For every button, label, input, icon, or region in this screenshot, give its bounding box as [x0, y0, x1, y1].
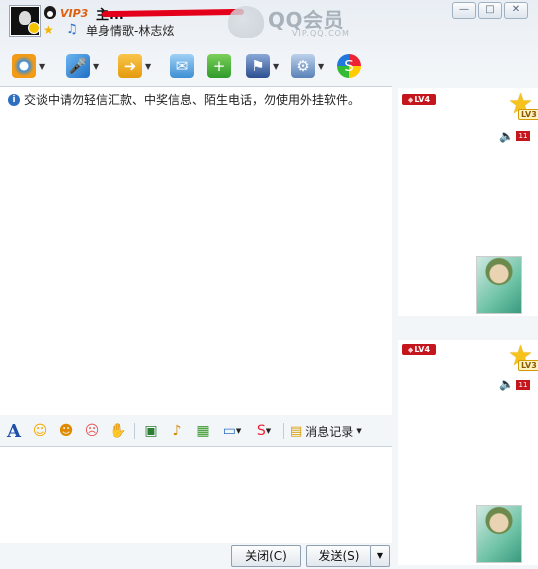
toolbar-divider [283, 423, 284, 439]
chevron-down-icon: ▼ [265, 427, 272, 435]
online-status-icon [28, 22, 40, 34]
gift-button[interactable]: ▦ [193, 421, 213, 441]
chevron-down-icon: ▼ [39, 61, 46, 71]
chevron-down-icon: ▼ [273, 61, 280, 71]
music-icon: ♪ [172, 423, 182, 439]
brand-subtitle: VIP.QQ.COM [292, 29, 350, 38]
qq-penguin-icon [44, 6, 56, 19]
info-shield-icon: i [8, 93, 20, 106]
folder-icon: ➜ [118, 54, 142, 78]
speaker-icon: 🔈 [499, 129, 514, 143]
soso-icon: S [337, 54, 361, 78]
hand-icon: ✋ [109, 423, 127, 439]
self-level-badge: LV4 [402, 344, 436, 355]
poke-button[interactable]: ☹ [82, 421, 102, 441]
send-options-button[interactable]: ▼ [370, 545, 390, 567]
app-settings-button[interactable]: ⚙ ▼ [291, 53, 324, 79]
status-message: 单身情歌-林志炫 [86, 24, 175, 38]
vip-badge: VIP3 [60, 7, 89, 20]
chevron-down-icon: ▼ [356, 427, 362, 435]
send-email-button[interactable]: ✉ [170, 53, 194, 79]
qq-member-logo-icon [228, 6, 264, 38]
self-show-image[interactable] [476, 505, 522, 563]
contact-nickname: 主... [96, 4, 246, 23]
voice-call-button[interactable]: 🎤 ▼ [66, 53, 99, 79]
message-history-button[interactable]: ▤ 消息记录 ▼ [290, 423, 362, 440]
chevron-down-icon: ▼ [235, 427, 242, 435]
speaker-icon: 🔈 [499, 377, 514, 391]
format-toolbar: A ☺ ☻ ☹ ✋ ▣ ♪ ▦ ▭ ▼ S ▼ ▤ 消息记录 ▼ [0, 418, 392, 444]
assist-icon: ⚑ [246, 54, 270, 78]
chevron-down-icon: ▼ [376, 551, 384, 560]
music-note-icon: ♫ [66, 22, 78, 37]
video-call-button[interactable]: ▼ [12, 53, 45, 79]
toolbar-divider [134, 423, 135, 439]
microphone-icon: 🎤 [66, 54, 90, 78]
star-level-badge: LV3 [518, 360, 538, 371]
magic-face-icon: ☻ [58, 423, 74, 439]
soso-button[interactable]: S [337, 53, 361, 79]
contact-level-badge: LV4 [402, 94, 436, 105]
add-group-icon: + [207, 54, 231, 78]
send-button[interactable]: 发送(S) [306, 545, 371, 567]
magic-emoticon-button[interactable]: ☻ [56, 421, 76, 441]
chevron-down-icon: ▼ [145, 61, 152, 71]
emoticon-button[interactable]: ☺ [30, 421, 50, 441]
music-button[interactable]: ♪ [167, 421, 187, 441]
history-icon: ▤ [290, 423, 303, 439]
chat-history-pane[interactable]: i 交谈中请勿轻信汇款、中奖信息、陌生电话，勿使用外挂软件。 [0, 86, 392, 415]
poke-face-icon: ☹ [84, 423, 100, 439]
message-count-badge: 11 [516, 131, 530, 141]
security-notice: i 交谈中请勿轻信汇款、中奖信息、陌生电话，勿使用外挂软件。 [8, 91, 360, 108]
chevron-down-icon: ▼ [318, 61, 325, 71]
maximize-button[interactable]: □ [478, 2, 502, 19]
shake-window-button[interactable]: ✋ [108, 421, 128, 441]
chevron-down-icon: ▼ [93, 61, 100, 71]
close-window-button[interactable]: ✕ [504, 2, 528, 19]
contact-profile-card: LV4 ★ LV3 🔈 11 [398, 88, 538, 316]
star-icon: ★ [43, 23, 54, 37]
star-level-badge: LV3 [518, 109, 538, 120]
message-input[interactable] [0, 446, 392, 543]
soso-search-button[interactable]: S ▼ [251, 421, 277, 441]
webcam-icon [12, 54, 36, 78]
create-group-button[interactable]: + [207, 53, 231, 79]
message-history-label: 消息记录 [305, 424, 354, 439]
screenshot-icon: ▭ [222, 423, 236, 439]
gear-icon: ⚙ [291, 54, 315, 78]
gift-icon: ▦ [196, 423, 210, 439]
font-button[interactable]: A [4, 421, 24, 442]
security-notice-text: 交谈中请勿轻信汇款、中奖信息、陌生电话，勿使用外挂软件。 [24, 93, 361, 107]
send-file-button[interactable]: ➜ ▼ [118, 53, 151, 79]
minimize-button[interactable]: — [452, 2, 476, 19]
soso-small-icon: S [256, 423, 266, 439]
smiley-icon: ☺ [32, 423, 48, 439]
close-button[interactable]: 关闭(C) [231, 545, 301, 567]
redaction-mark [101, 8, 245, 18]
screenshot-button[interactable]: ▭ ▼ [219, 421, 245, 441]
image-icon: ▣ [144, 423, 158, 439]
self-profile-card: LV4 ★ LV3 🔈 11 [398, 340, 538, 565]
mail-icon: ✉ [170, 54, 194, 78]
contact-show-image[interactable] [476, 256, 522, 314]
message-count-badge: 11 [516, 380, 530, 390]
remote-assist-button[interactable]: ⚑ ▼ [246, 53, 279, 79]
send-image-button[interactable]: ▣ [141, 421, 161, 441]
